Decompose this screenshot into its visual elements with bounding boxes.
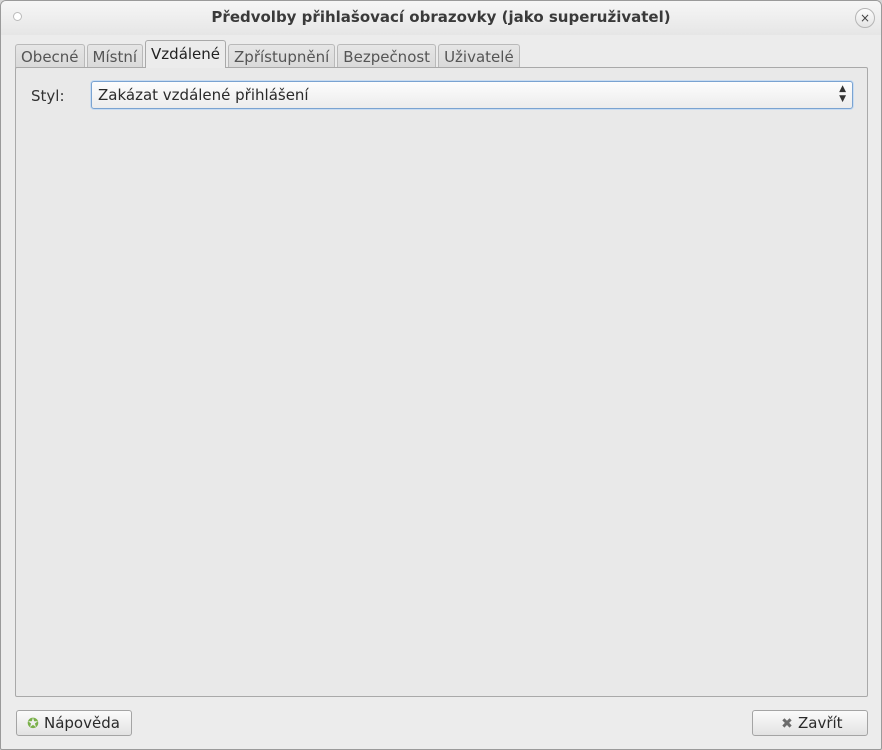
- tab-accessibility[interactable]: Zpřístupnění: [228, 44, 336, 68]
- style-label: Styl:: [31, 87, 65, 105]
- help-lifebuoy-icon: ✪: [27, 716, 39, 732]
- window-close-button[interactable]: ×: [855, 8, 875, 28]
- close-button-label: Zavřít: [798, 714, 843, 732]
- style-combobox[interactable]: Zakázat vzdálené přihlášení ▲ ▼: [91, 81, 853, 109]
- help-button-label: Nápověda: [44, 714, 120, 732]
- tab-general[interactable]: Obecné: [15, 44, 85, 68]
- window-title: Předvolby přihlašovací obrazovky (jako s…: [211, 8, 671, 26]
- close-button[interactable]: ✖ Zavřít: [752, 710, 868, 736]
- title-bar[interactable]: Předvolby přihlašovací obrazovky (jako s…: [1, 1, 881, 35]
- preferences-window: Předvolby přihlašovací obrazovky (jako s…: [0, 0, 882, 750]
- tab-remote[interactable]: Vzdálené: [145, 40, 227, 68]
- tab-security[interactable]: Bezpečnost: [337, 44, 437, 68]
- tab-bar: Obecné Místní Vzdálené Zpřístupnění Bezp…: [15, 40, 522, 68]
- combo-arrows-icon: ▲ ▼: [839, 84, 846, 104]
- tab-users[interactable]: Uživatelé: [438, 44, 520, 68]
- close-x-icon: ✖: [781, 716, 793, 732]
- help-button[interactable]: ✪ Nápověda: [16, 710, 132, 736]
- style-combobox-value: Zakázat vzdálené přihlášení: [98, 86, 309, 104]
- remote-tab-panel: Styl: Zakázat vzdálené přihlášení ▲ ▼: [15, 67, 868, 697]
- tab-local[interactable]: Místní: [86, 44, 144, 68]
